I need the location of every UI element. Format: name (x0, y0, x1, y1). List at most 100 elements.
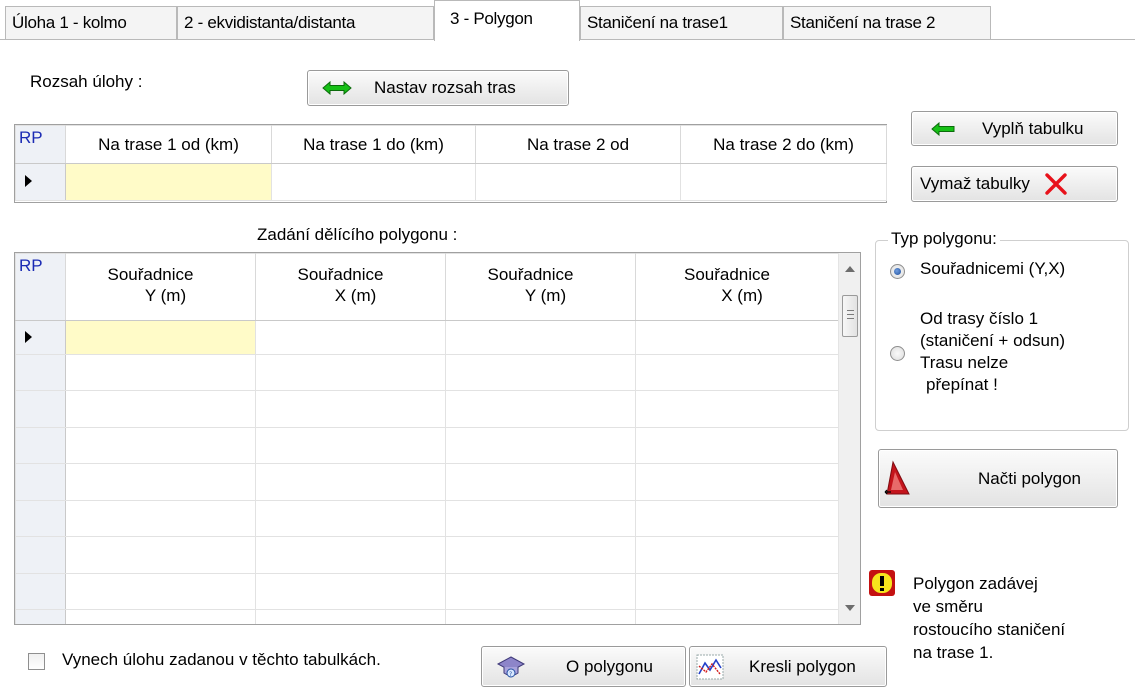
polygon-cell[interactable] (255, 609, 446, 624)
polygon-cell[interactable] (635, 390, 839, 428)
polygon-cell[interactable] (65, 536, 256, 574)
polygon-cell[interactable] (635, 573, 839, 610)
skip-task-checkbox[interactable] (28, 653, 45, 670)
polygon-cell[interactable] (65, 354, 256, 391)
polygon-header-y2[interactable]: Souřadnice Y (m) (445, 253, 636, 321)
draw-polygon-label: Kresli polygon (749, 656, 856, 676)
load-polygon-button[interactable]: Načti polygon (878, 449, 1118, 508)
radio-from-route[interactable] (890, 346, 905, 361)
polygon-cell[interactable] (635, 354, 839, 391)
polygon-cell[interactable] (445, 573, 636, 610)
left-arrow-icon (930, 121, 956, 136)
range-cell-t1-from[interactable] (65, 163, 272, 201)
fill-table-button[interactable]: Vyplň tabulku (911, 111, 1118, 146)
polygon-row (15, 609, 839, 624)
polygon-cell[interactable] (65, 320, 256, 355)
polygon-cell[interactable] (65, 427, 256, 464)
polygon-cell[interactable] (445, 320, 636, 355)
range-header-t1-from[interactable]: Na trase 1 od (km) (65, 125, 272, 164)
load-polygon-label: Načti polygon (978, 468, 1082, 488)
polygon-type-group: Typ polygonu: Souřadnicemi (Y,X) Od tras… (875, 229, 1129, 431)
tab-label: 2 - ekvidistanta/distanta (184, 13, 356, 32)
polygon-header-y1[interactable]: Souřadnice Y (m) (65, 253, 256, 321)
help-hat-icon: ? (496, 654, 526, 680)
cad-open-icon (883, 458, 915, 500)
polygon-cell[interactable] (635, 609, 839, 624)
polygon-cell[interactable] (445, 463, 636, 501)
range-header-rp: RP (15, 125, 66, 164)
tab-ekvidistanta[interactable]: 2 - ekvidistanta/distanta (177, 6, 434, 40)
polygon-cell[interactable] (635, 320, 839, 355)
draw-polygon-button[interactable]: Kresli polygon (689, 646, 887, 687)
polygon-cell[interactable] (65, 573, 256, 610)
polygon-cell[interactable] (255, 320, 446, 355)
scroll-thumb[interactable] (842, 295, 858, 337)
polygon-cell[interactable] (635, 463, 839, 501)
red-x-icon (1044, 173, 1068, 195)
polygon-cell[interactable] (255, 573, 446, 610)
set-range-button[interactable]: Nastav rozsah tras (307, 70, 569, 106)
polygon-cell[interactable] (65, 500, 256, 537)
polygon-cell[interactable] (445, 609, 636, 624)
polygon-cell[interactable] (65, 609, 256, 624)
polygon-header-x2[interactable]: Souřadnice X (m) (635, 253, 839, 321)
range-table: RP Na trase 1 od (km) Na trase 1 do (km)… (14, 124, 887, 203)
radio-coordinates-label: Souřadnicemi (Y,X) (920, 259, 1066, 278)
polygon-cell[interactable] (255, 500, 446, 537)
svg-text:?: ? (509, 671, 512, 678)
clear-tables-label: Vymaž tabulky (920, 174, 1030, 193)
polygon-row (15, 536, 839, 574)
polygon-cell[interactable] (65, 463, 256, 501)
line-chart-icon (696, 654, 724, 680)
polygon-cell[interactable] (445, 500, 636, 537)
polygon-cell[interactable] (255, 354, 446, 391)
clear-tables-button[interactable]: Vymaž tabulky (911, 166, 1118, 202)
polygon-cell[interactable] (635, 500, 839, 537)
row-header-cell[interactable] (15, 463, 66, 501)
set-range-label: Nastav rozsah tras (374, 78, 516, 97)
current-row-arrow-icon (25, 175, 32, 187)
polygon-cell[interactable] (255, 536, 446, 574)
scroll-down-icon[interactable] (845, 605, 855, 612)
range-cell-t2-from[interactable] (475, 163, 681, 201)
tab-label: Úloha 1 - kolmo (12, 13, 127, 32)
polygon-cell[interactable] (445, 427, 636, 464)
polygon-cell[interactable] (255, 427, 446, 464)
polygon-scrollbar[interactable] (838, 253, 860, 624)
polygon-cell[interactable] (635, 427, 839, 464)
row-header-cell[interactable] (15, 573, 66, 610)
tab-strip: Úloha 1 - kolmo 2 - ekvidistanta/distant… (0, 0, 1135, 41)
polygon-cell[interactable] (635, 536, 839, 574)
range-cell-t2-to[interactable] (680, 163, 887, 201)
polygon-cell[interactable] (445, 390, 636, 428)
tab-label: 3 - Polygon (450, 9, 533, 28)
row-header-cell[interactable] (15, 536, 66, 574)
polygon-row (15, 573, 839, 610)
polygon-cell[interactable] (255, 390, 446, 428)
polygon-cell[interactable] (255, 463, 446, 501)
row-indicator[interactable] (15, 163, 66, 201)
tab-staniceni-trase-1[interactable]: Staničení na trase1 (580, 6, 783, 40)
polygon-header-x1[interactable]: Souřadnice X (m) (255, 253, 446, 321)
polygon-cell[interactable] (445, 536, 636, 574)
range-cell-t1-to[interactable] (271, 163, 476, 201)
polygon-cell[interactable] (65, 390, 256, 428)
polygon-type-legend: Typ polygonu: (888, 229, 1000, 249)
tab-polygon[interactable]: 3 - Polygon (434, 0, 580, 41)
row-header-cell[interactable] (15, 390, 66, 428)
row-header-cell[interactable] (15, 500, 66, 537)
tab-staniceni-trase-2[interactable]: Staničení na trase 2 (783, 6, 991, 40)
tab-uloha-1[interactable]: Úloha 1 - kolmo (5, 6, 177, 40)
scroll-up-icon[interactable] (845, 265, 855, 272)
radio-coordinates[interactable] (890, 264, 905, 279)
row-header-cell[interactable] (15, 320, 66, 355)
row-header-cell[interactable] (15, 427, 66, 464)
polygon-cell[interactable] (445, 354, 636, 391)
row-header-cell[interactable] (15, 354, 66, 391)
range-header-t2-from[interactable]: Na trase 2 od (475, 125, 681, 164)
row-header-cell[interactable] (15, 609, 66, 624)
range-header-t1-to[interactable]: Na trase 1 do (km) (271, 125, 476, 164)
range-header-t2-to[interactable]: Na trase 2 do (km) (680, 125, 887, 164)
warning-text: Polygon zadávej ve směru rostoucího stan… (913, 574, 1066, 662)
about-polygon-button[interactable]: ? O polygonu (481, 646, 686, 687)
